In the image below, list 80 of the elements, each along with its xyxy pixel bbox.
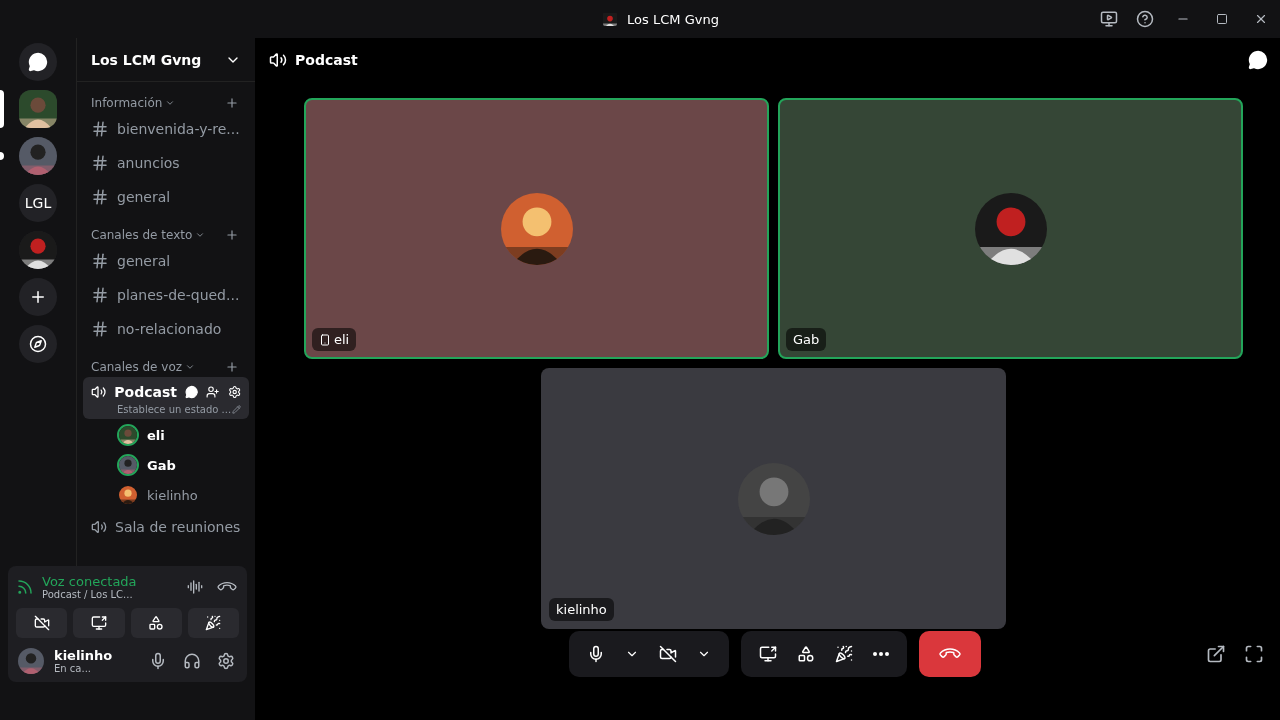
external-link-icon (1206, 644, 1226, 664)
mic-icon (587, 645, 605, 663)
screen-share-icon (90, 615, 107, 631)
hash-icon (91, 286, 109, 304)
plus-icon[interactable] (225, 360, 239, 374)
close-icon (1254, 12, 1268, 26)
hash-icon (91, 154, 109, 172)
hang-up-button[interactable] (919, 631, 981, 677)
pencil-icon (232, 405, 241, 414)
video-tile[interactable]: eli (304, 98, 769, 359)
voice-channel[interactable]: Podcast Establece un estado ... (83, 377, 249, 419)
shapes-icon (148, 615, 165, 631)
compass-icon (29, 335, 47, 353)
help-icon[interactable] (1136, 10, 1154, 28)
channel-item[interactable]: no-relacionado (83, 313, 249, 345)
mic-icon (149, 652, 167, 670)
plus-icon (29, 288, 47, 306)
camera-button[interactable] (16, 608, 68, 638)
activities-button[interactable] (130, 608, 182, 638)
shapes-icon (797, 645, 815, 663)
channel-item[interactable]: general (83, 245, 249, 277)
signal-icon (16, 578, 34, 596)
hash-icon (91, 120, 109, 138)
plus-icon[interactable] (225, 96, 239, 110)
channel-name: Podcast (114, 384, 177, 400)
settings-icon[interactable] (227, 385, 241, 399)
server-label: LGL (24, 195, 52, 211)
participant-name: Gab (793, 332, 820, 347)
plus-icon[interactable] (225, 228, 239, 242)
user-status: En ca... (54, 663, 92, 674)
phone-icon (319, 333, 331, 346)
category-label[interactable]: Canales de voz (91, 360, 183, 374)
screen-share-button[interactable] (73, 608, 125, 638)
voice-detail: Podcast / Los LC... (42, 589, 134, 600)
channel-item[interactable]: planes-de-qued... (83, 279, 249, 311)
user-name: eli (147, 427, 165, 443)
more-icon (873, 652, 889, 656)
camera-off-icon (33, 615, 50, 631)
camera-off-icon (659, 645, 677, 663)
video-tile[interactable]: Gab (778, 98, 1243, 359)
party-popper-icon (835, 645, 853, 663)
participant-name: eli (334, 332, 350, 347)
channel-item[interactable]: general (83, 181, 249, 213)
category-label[interactable]: Información (91, 96, 163, 110)
channel-item[interactable]: anuncios (83, 147, 249, 179)
channel-item[interactable]: Sala de reuniones (83, 511, 249, 543)
user-name: Gab (147, 457, 176, 473)
hash-icon (91, 252, 109, 270)
channel-title: Podcast (295, 52, 359, 68)
participant-name: kielinho (556, 602, 607, 617)
chevron-icon (165, 98, 176, 108)
square-icon (1216, 13, 1228, 25)
fullscreen-icon (1244, 644, 1264, 664)
headphones-icon (183, 652, 201, 670)
voice-status: Voz conectada (42, 574, 138, 589)
user-name: kielinho (147, 487, 198, 503)
chat-bubble-icon[interactable] (1248, 50, 1268, 70)
window-title: Los LCM Gvng (627, 11, 719, 27)
party-popper-icon (205, 615, 222, 631)
chat-bubble-icon[interactable] (184, 385, 199, 399)
screen-share-icon (759, 645, 777, 663)
speaker-icon (91, 519, 107, 535)
soundboard-button[interactable] (187, 608, 239, 638)
category-label[interactable]: Canales de texto (91, 228, 193, 242)
server-name: Los LCM Gvng (91, 51, 202, 68)
chat-bubble-icon (28, 52, 48, 72)
add-user-icon[interactable] (206, 385, 220, 399)
hash-icon (91, 320, 109, 338)
video-tile[interactable]: kielinho (541, 368, 1006, 629)
sound-wave-icon (187, 579, 203, 595)
settings-icon (217, 652, 235, 670)
channel-item[interactable]: bienvenida-y-re... (83, 113, 249, 145)
hash-icon (91, 188, 109, 206)
screen-icon[interactable] (1100, 10, 1118, 28)
speaker-icon (91, 384, 107, 400)
channel-status: Establece un estado ... (117, 404, 232, 415)
chevron-icon (185, 362, 196, 372)
speaker-icon (269, 51, 287, 69)
chevron-icon (195, 230, 206, 240)
user-name: kielinho (54, 648, 114, 663)
